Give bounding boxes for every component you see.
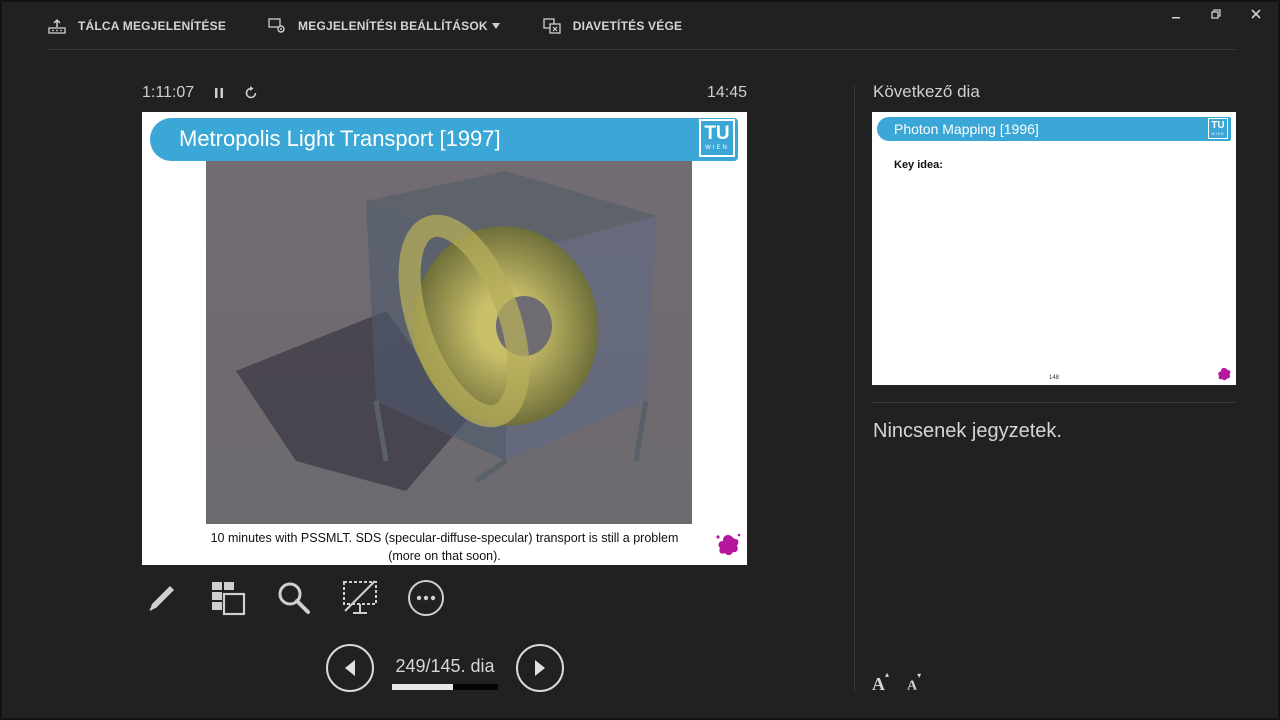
next-slide-key-idea: Key idea: — [894, 159, 943, 171]
minimize-icon[interactable] — [1168, 6, 1184, 22]
clock: 14:45 — [707, 84, 747, 102]
display-settings-button[interactable]: MEGJELENÍTÉSI BEÁLLÍTÁSOK — [268, 18, 501, 34]
more-options-icon[interactable] — [406, 578, 446, 618]
end-slideshow-label: DIAVETÍTÉS VÉGE — [573, 19, 682, 33]
speaker-notes[interactable]: Nincsenek jegyzetek. — [873, 420, 1062, 443]
caption-line-1: 10 minutes with PSSMLT. SDS (specular-di… — [142, 529, 747, 547]
close-icon[interactable] — [1248, 6, 1264, 22]
splat-logo — [715, 532, 741, 558]
slide-progress-bar — [392, 684, 498, 690]
presenter-toolbar: TÁLCA MEGJELENÍTÉSE MEGJELENÍTÉSI BEÁLLÍ… — [48, 18, 724, 34]
next-logo-tu-text: TU — [1209, 120, 1227, 132]
decrease-font-label: A — [907, 679, 917, 694]
pane-divider[interactable] — [854, 86, 855, 692]
slide-progress-fill — [392, 684, 453, 690]
previous-slide-button[interactable] — [326, 644, 374, 692]
arrow-left-icon — [343, 659, 357, 677]
next-slide-label: Következő dia — [873, 82, 980, 102]
notes-divider[interactable] — [872, 402, 1236, 403]
next-slide-tu-wien-logo: TU WIEN — [1208, 118, 1228, 139]
toolbar-divider — [48, 49, 1236, 50]
slide-counter: 249/145. dia — [392, 656, 498, 677]
see-all-slides-icon[interactable] — [208, 578, 248, 618]
next-slide-number: 148 — [872, 375, 1236, 381]
next-logo-wien-text: WIEN — [1209, 132, 1227, 136]
increase-font-button[interactable]: A▴ — [872, 674, 889, 695]
end-slideshow-button[interactable]: DIAVETÍTÉS VÉGE — [543, 18, 682, 34]
increase-font-label: A — [872, 674, 885, 694]
caption-line-2: (more on that soon). — [142, 547, 747, 565]
next-slide-button[interactable] — [516, 644, 564, 692]
timer-row: 1:11:07 14:45 — [142, 82, 747, 104]
next-slide-splat-logo — [1216, 366, 1232, 382]
slide-tools — [142, 578, 472, 618]
presenter-view: TÁLCA MEGJELENÍTÉSE MEGJELENÍTÉSI BEÁLLÍ… — [0, 0, 1280, 720]
show-taskbar-button[interactable]: TÁLCA MEGJELENÍTÉSE — [48, 18, 226, 34]
elapsed-timer: 1:11:07 — [142, 84, 194, 102]
next-slide-preview[interactable]: Photon Mapping [1996] TU WIEN Key idea: … — [872, 112, 1236, 385]
restart-timer-icon[interactable] — [244, 86, 258, 100]
logo-tu-text: TU — [701, 123, 733, 145]
font-size-controls: A▴ A▾ — [872, 674, 921, 695]
zoom-icon[interactable] — [274, 578, 314, 618]
show-taskbar-label: TÁLCA MEGJELENÍTÉSE — [78, 19, 226, 33]
black-screen-icon[interactable] — [340, 578, 380, 618]
pen-tool-icon[interactable] — [142, 578, 182, 618]
logo-wien-text: WIEN — [701, 145, 733, 151]
display-settings-label: MEGJELENÍTÉSI BEÁLLÍTÁSOK — [298, 19, 488, 33]
rendered-scene-image — [206, 161, 692, 524]
display-settings-icon — [268, 18, 286, 34]
slide-title: Metropolis Light Transport [1997] — [179, 126, 501, 152]
next-slide-title: Photon Mapping [1996] — [894, 121, 1039, 137]
caret-down-icon — [491, 22, 501, 30]
pause-icon[interactable] — [214, 87, 224, 99]
slide-caption: 10 minutes with PSSMLT. SDS (specular-di… — [142, 529, 747, 565]
tu-wien-logo: TU WIEN — [699, 119, 735, 157]
window-controls — [1168, 6, 1264, 22]
end-slideshow-icon — [543, 18, 561, 34]
slide-navigation: 249/145. dia — [326, 644, 564, 692]
decrease-font-button[interactable]: A▾ — [907, 676, 921, 695]
arrow-right-icon — [533, 659, 547, 677]
current-slide[interactable]: Metropolis Light Transport [1997] TU WIE… — [142, 112, 747, 565]
taskbar-icon — [48, 18, 66, 34]
restore-icon[interactable] — [1208, 6, 1224, 22]
